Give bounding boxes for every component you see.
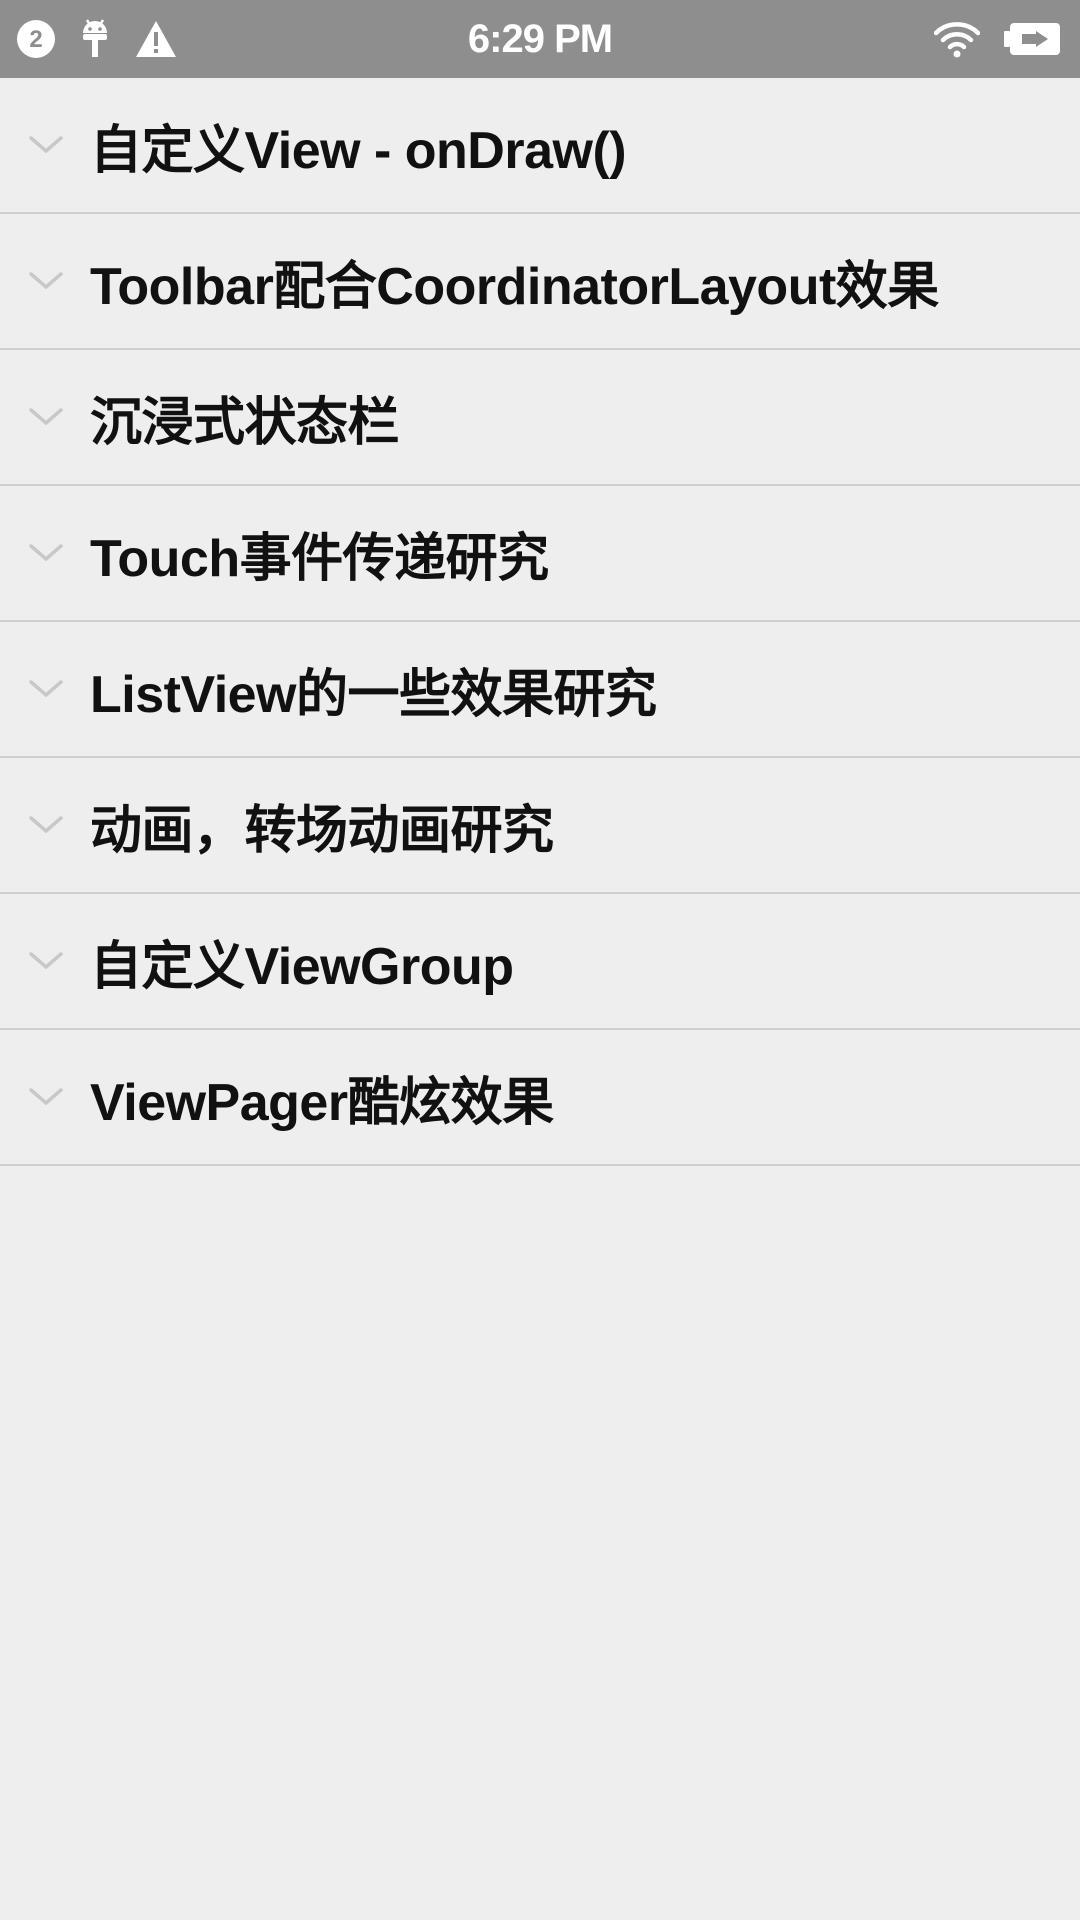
- list-item-label: ListView的一些效果研究: [90, 665, 657, 724]
- list-item[interactable]: Toolbar配合CoordinatorLayout效果: [0, 214, 1080, 350]
- battery-charging-icon: [1004, 21, 1062, 57]
- chevron-down-icon: [29, 408, 63, 425]
- list-item-label: 自定义View - onDraw(): [90, 121, 627, 180]
- list-item[interactable]: 沉浸式状态栏: [0, 350, 1080, 486]
- status-bar: 2 6:29 PM: [0, 0, 1080, 78]
- list-item-label: Touch事件传递研究: [90, 529, 549, 588]
- list-item[interactable]: 自定义View - onDraw(): [0, 78, 1080, 214]
- list-item[interactable]: ListView的一些效果研究: [0, 622, 1080, 758]
- chevron-down-icon: [29, 136, 63, 153]
- list-item-label: 动画，转场动画研究: [90, 801, 554, 860]
- list-item[interactable]: Touch事件传递研究: [0, 486, 1080, 622]
- chevron-down-icon: [29, 952, 63, 969]
- list-item[interactable]: 自定义ViewGroup: [0, 894, 1080, 1030]
- list-item-label: Toolbar配合CoordinatorLayout效果: [90, 257, 939, 316]
- chevron-down-icon: [29, 544, 63, 561]
- chevron-down-icon: [29, 272, 63, 289]
- chevron-down-icon: [29, 1088, 63, 1105]
- topic-list: 自定义View - onDraw() Toolbar配合CoordinatorL…: [0, 78, 1080, 1166]
- list-item-label: 沉浸式状态栏: [90, 393, 400, 452]
- list-item[interactable]: ViewPager酷炫效果: [0, 1030, 1080, 1166]
- list-item-label: 自定义ViewGroup: [90, 937, 514, 996]
- wifi-icon: [934, 19, 980, 59]
- list-item[interactable]: 动画，转场动画研究: [0, 758, 1080, 894]
- list-item-label: ViewPager酷炫效果: [90, 1073, 554, 1132]
- status-bar-right: [910, 0, 1062, 78]
- chevron-down-icon: [29, 816, 63, 833]
- chevron-down-icon: [29, 680, 63, 697]
